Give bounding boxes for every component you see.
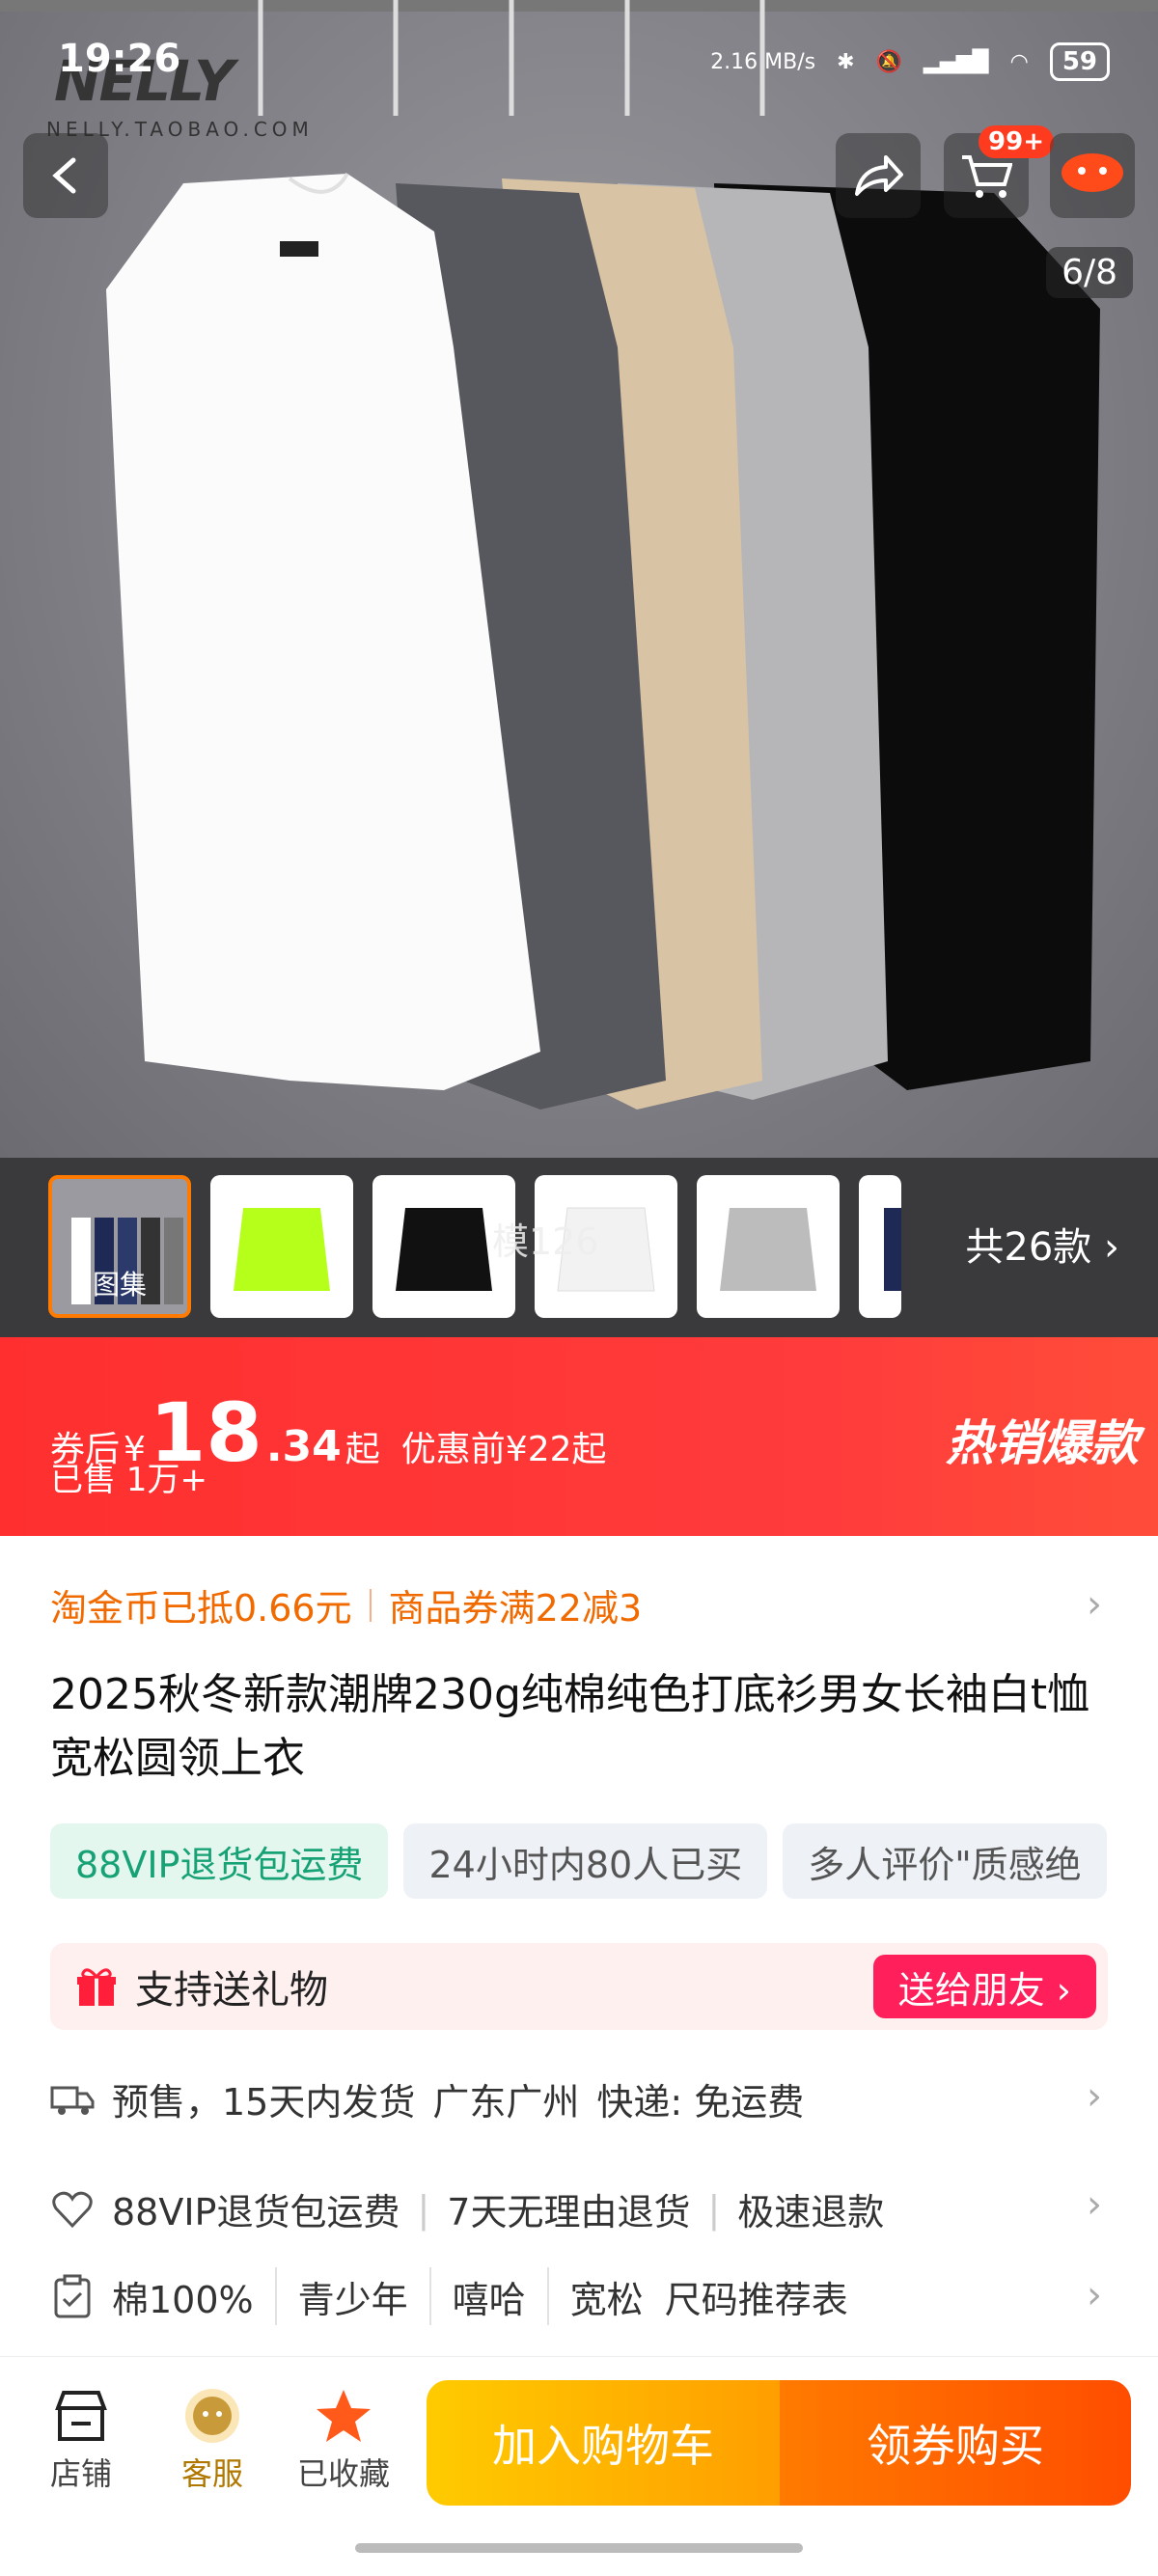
send-to-friend-button[interactable]: 送给朋友 ›	[872, 1955, 1096, 2018]
express-info: 快递: 免运费	[596, 2081, 805, 2124]
tag-88vip[interactable]: 88VIP退货包运费	[50, 1823, 389, 1899]
gift-icon	[77, 1968, 116, 2006]
signal-icon: ▂▄▆█	[923, 49, 989, 74]
chevron-right-icon: ›	[1104, 1225, 1119, 1270]
divider: |	[417, 2187, 430, 2231]
chevron-left-icon	[52, 157, 76, 194]
chevron-right-icon[interactable]: ›	[1087, 2273, 1102, 2317]
thumbnail-grey[interactable]	[697, 1175, 840, 1318]
shop-icon	[55, 2391, 107, 2441]
divider	[369, 1588, 372, 1622]
gift-label: 支持送礼物	[135, 1968, 328, 2013]
divider	[274, 2267, 277, 2325]
tag-list: 88VIP退货包运费 24小时内80人已买 多人评价"质感绝	[50, 1823, 1158, 1899]
spec-style: 嘻哈	[452, 2278, 526, 2321]
cart-button[interactable]: 99+	[944, 125, 1054, 218]
thumbnail-overlay-text: 模126	[492, 1220, 599, 1263]
gift-section: 支持送礼物 送给朋友 ›	[50, 1943, 1108, 2030]
more-styles-label: 共26款	[965, 1225, 1092, 1270]
share-button[interactable]	[836, 133, 921, 218]
price-original: 优惠前¥22起	[400, 1430, 607, 1469]
hot-sale-label: 热销爆款	[946, 1415, 1139, 1471]
bluetooth-icon: ✱	[837, 49, 855, 74]
thumbnail-image	[884, 1208, 901, 1291]
net-speed: 2.16 MB/s	[710, 49, 816, 74]
tab-favorite-label: 已收藏	[296, 2455, 390, 2492]
tab-shop-label: 店铺	[49, 2455, 112, 2492]
style-thumbnails: 图集 模126 共26款 ›	[0, 1158, 1158, 1337]
shipping-row[interactable]: 预售，15天内发货 广东广州 快递: 免运费	[50, 2072, 804, 2125]
mute-icon: 🔕	[875, 49, 902, 74]
specs-row[interactable]: 棉100% 青少年 嘻哈 宽松 尺码推荐表	[50, 2267, 1108, 2325]
divider	[546, 2267, 549, 2325]
price-suffix: 起	[345, 1430, 380, 1469]
product-image-gallery[interactable]: NELLY NELLY.TAOBAO.COM 19:26 2.16 MB/s ✱…	[0, 0, 1158, 1158]
thumbnail-image	[720, 1208, 816, 1291]
status-icons: 2.16 MB/s ✱ 🔕 ▂▄▆█ ◠ 59	[710, 42, 1110, 81]
more-styles-link[interactable]: 共26款 ›	[965, 1216, 1119, 1272]
divider	[428, 2267, 431, 2325]
service-item: 极速退款	[737, 2191, 885, 2233]
sold-count: 已售 1万+	[50, 1461, 207, 1499]
buy-with-coupon-button[interactable]: 领券购买	[780, 2380, 1131, 2506]
thumbnail-gallery[interactable]: 图集	[48, 1175, 191, 1318]
share-icon	[855, 155, 903, 196]
cart-icon	[962, 155, 1012, 198]
truck-icon	[50, 2086, 95, 2115]
heart-shield-icon	[52, 2191, 93, 2228]
tag-recent-buyers[interactable]: 24小时内80人已买	[403, 1823, 768, 1899]
add-to-cart-button[interactable]: 加入购物车	[427, 2380, 780, 2506]
image-counter: 6/8	[1046, 247, 1133, 298]
price-decimal: .34	[265, 1422, 342, 1471]
spec-age: 青少年	[297, 2278, 408, 2321]
customer-service-icon	[185, 2389, 239, 2443]
chevron-right-icon[interactable]: ›	[1087, 2182, 1102, 2227]
product-title: 2025秋冬新款潮牌230g纯棉纯色打底衫男女长袖白t恤宽松圆领上衣	[50, 1670, 1090, 1783]
tab-customer-service-label: 客服	[180, 2455, 243, 2492]
cart-badge: 99+	[979, 125, 1054, 158]
battery-indicator: 59	[1049, 42, 1110, 81]
status-time: 19:26	[58, 37, 181, 81]
chevron-right-icon[interactable]: ›	[1087, 1582, 1102, 1627]
divider: |	[707, 2187, 721, 2231]
wifi-icon: ◠	[1009, 49, 1029, 74]
home-indicator[interactable]	[355, 2543, 803, 2553]
thumbnail-navy[interactable]	[859, 1175, 901, 1318]
message-icon	[1062, 153, 1123, 192]
service-row[interactable]: 88VIP退货包运费 | 7天无理由退货 | 极速退款	[50, 2182, 884, 2235]
thumbnail-image	[234, 1208, 330, 1291]
thumbnail-gallery-label: 图集	[92, 1269, 147, 1301]
thumbnail-neon-green[interactable]	[210, 1175, 353, 1318]
ship-origin: 广东广州	[432, 2081, 580, 2124]
size-chart-link[interactable]: 尺码推荐表	[665, 2270, 869, 2323]
tab-customer-service[interactable]: 客服	[154, 2382, 270, 2494]
coin-discount: 淘金币已抵0.66元	[50, 1587, 352, 1630]
service-item: 88VIP退货包运费	[112, 2191, 400, 2233]
chevron-right-icon[interactable]: ›	[1087, 2074, 1102, 2119]
coupon-row[interactable]: 淘金币已抵0.66元 商品券满22减3	[50, 1578, 642, 1631]
spec-fit: 宽松	[569, 2278, 644, 2321]
tab-favorite[interactable]: 已收藏	[286, 2382, 401, 2494]
more-button[interactable]	[1050, 133, 1135, 218]
clipboard-icon	[54, 2274, 91, 2318]
tab-shop[interactable]: 店铺	[23, 2382, 139, 2494]
star-icon	[317, 2390, 371, 2442]
tag-reviews[interactable]: 多人评价"质感绝	[783, 1823, 1107, 1899]
service-item: 7天无理由退货	[447, 2191, 691, 2233]
product-coupon: 商品券满22减3	[388, 1587, 643, 1630]
price-banner: 券后 ¥ 18 .34 起 优惠前¥22起 已售 1万+ 热销爆款	[0, 1337, 1158, 1536]
back-button[interactable]	[23, 133, 108, 218]
presale-info: 预售，15天内发货	[112, 2081, 416, 2124]
spec-material: 棉100%	[112, 2278, 254, 2321]
